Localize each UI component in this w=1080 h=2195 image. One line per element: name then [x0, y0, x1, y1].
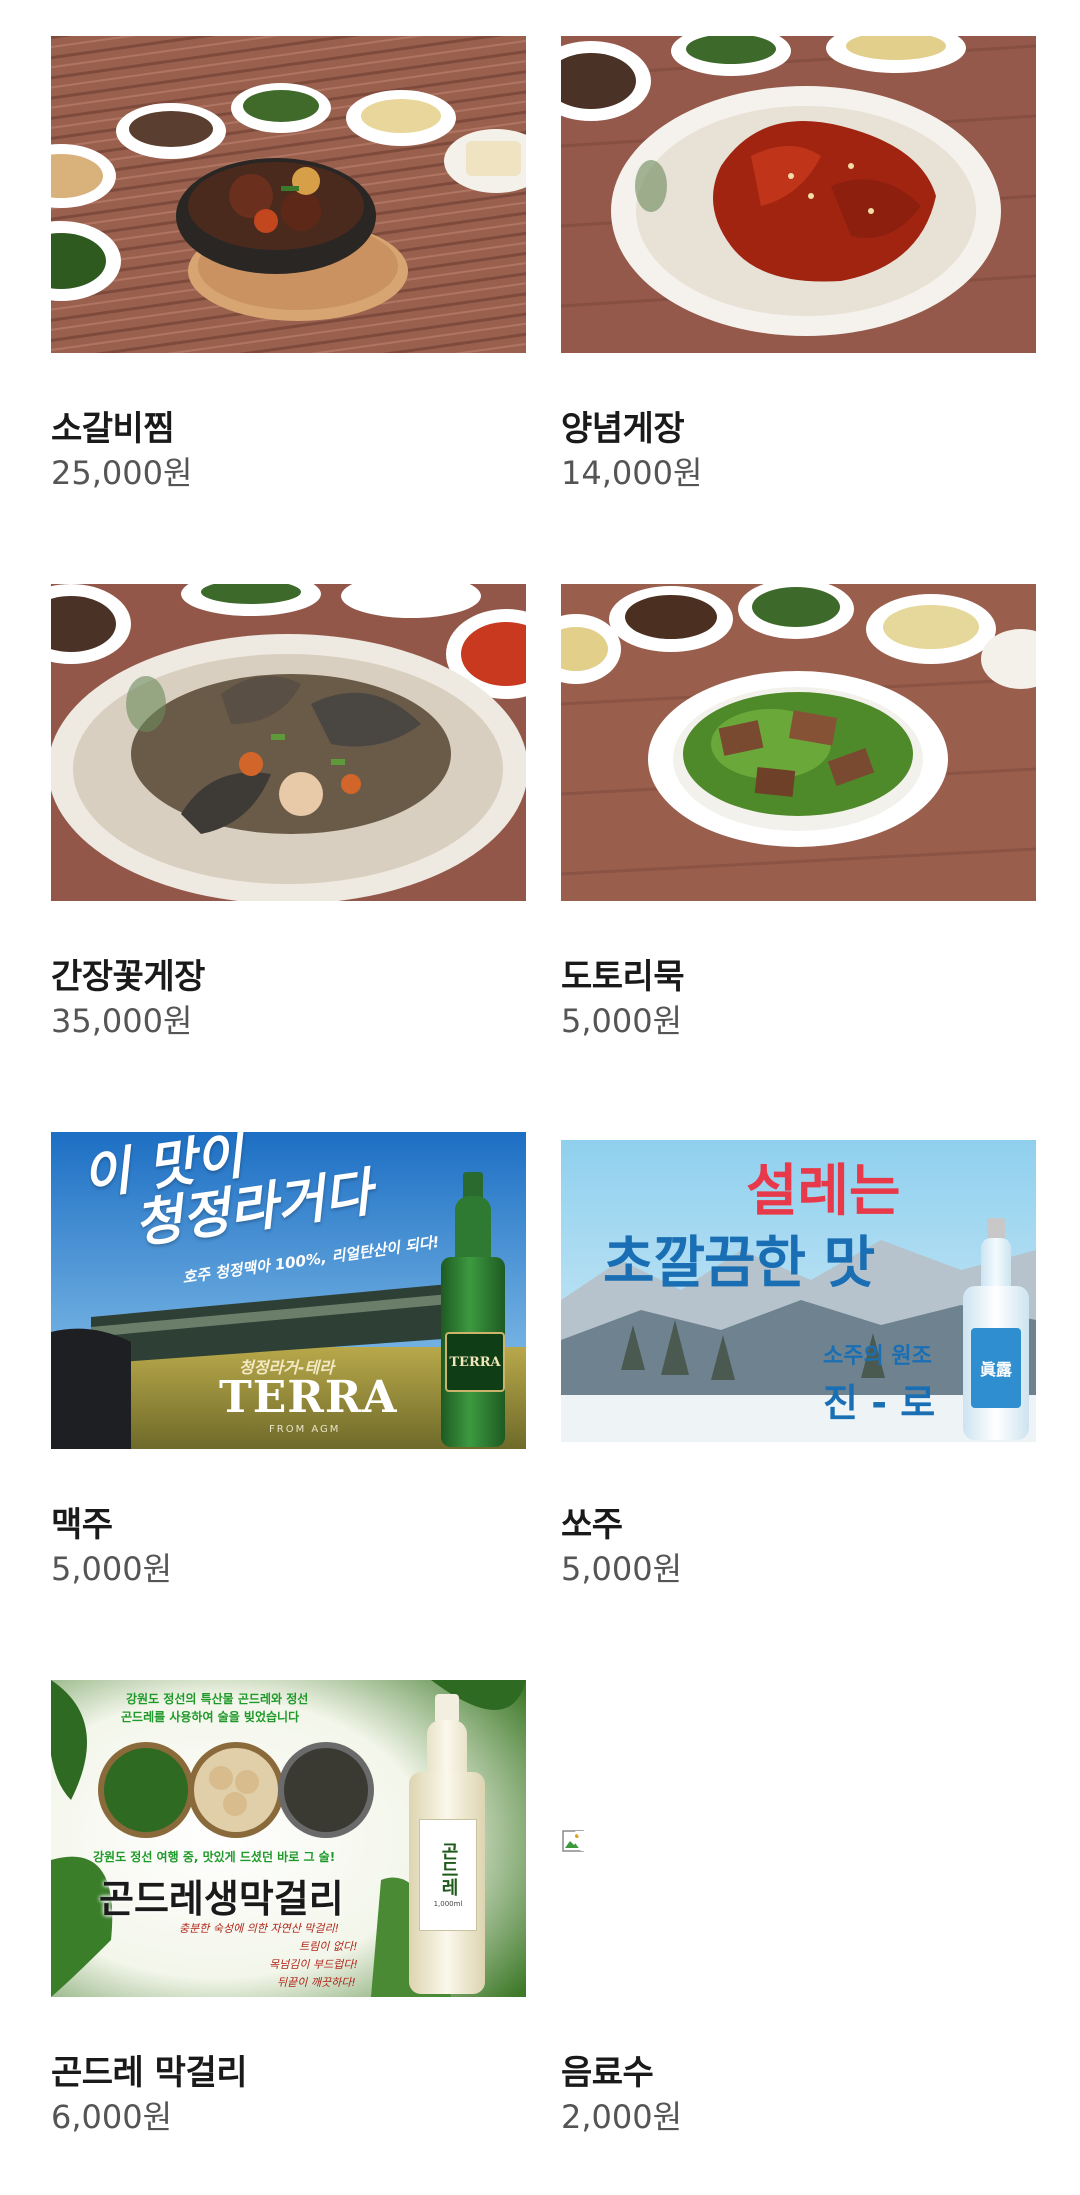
makgeolli-ad-line-4: 뒤끝이 깨끗하다!	[277, 1976, 356, 1989]
menu-item-price: 25,000원	[51, 454, 193, 492]
spicy-marinated-crab-photo[interactable]	[561, 36, 1036, 353]
terra-beer-ad[interactable]: 이 맛이 청정라거다 호주 청정맥아 100%, 리얼탄산이 되다! 청정라거-…	[51, 1132, 526, 1449]
makgeolli-ad-mid: 강원도 정선 여행 중, 맛있게 드셨던 바로 그 술!	[93, 1850, 336, 1864]
menu-item-price: 6,000원	[51, 2098, 173, 2136]
soy-marinated-crab-image	[51, 584, 526, 901]
makgeolli-bottle-label-box: 곤드레 1,000ml	[419, 1819, 477, 1931]
soju-ad-brand: 진 - 로	[823, 1381, 936, 1425]
menu-item-price: 2,000원	[561, 2098, 683, 2136]
soju-bottle: 眞露	[963, 1218, 1029, 1440]
makgeolli-ad-line-1: 충분한 숙성에 의한 자연산 막걸리!	[179, 1922, 340, 1935]
beer-ad-brand: TERRA	[219, 1372, 398, 1423]
menu-item-name: 소갈비찜	[51, 409, 175, 449]
broken-image-icon	[562, 1830, 587, 1852]
menu-item-name: 맥주	[51, 1505, 113, 1545]
braised-short-rib-image	[51, 36, 526, 353]
makgeolli-bottle-label: 곤드레	[438, 1842, 459, 1896]
menu-item-price: 14,000원	[561, 454, 703, 492]
spicy-marinated-crab-image	[561, 36, 1036, 353]
makgeolli-ad-title: 곤드레생막걸리	[99, 1876, 344, 1921]
drinks-photo[interactable]	[561, 1680, 1036, 1997]
jinro-soju-ad[interactable]: 설레는 초깔끔한 맛 소주의 원조 진 - 로 眞露	[561, 1140, 1036, 1442]
soju-ad-headline-1: 설레는	[746, 1159, 901, 1224]
braised-short-rib-photo[interactable]	[51, 36, 526, 353]
menu-item-name: 도토리묵	[561, 957, 685, 997]
makgeolli-ad-line-2: 트림이 없다!	[299, 1940, 358, 1953]
soju-ad-sub: 소주의 원조	[823, 1344, 932, 1369]
beer-bottle: TERRA	[441, 1172, 505, 1447]
menu-item-price: 35,000원	[51, 1002, 193, 1040]
makgeolli-ad-line-3: 목넘김이 부드럽다!	[269, 1958, 358, 1971]
makgeolli-bottle: 곤드레 1,000ml	[409, 1694, 485, 1994]
menu-item-name: 곤드레 막걸리	[51, 2053, 248, 2093]
menu-grid: 소갈비찜 25,000원 양념게장 14,000원 간장꽃게장 35,000원 …	[0, 0, 1080, 2195]
menu-item-name: 음료수	[561, 2053, 654, 2093]
menu-item-name: 양념게장	[561, 409, 685, 449]
makgeolli-ad-top-1: 강원도 정선의 특산물 곤드레와 정선	[126, 1692, 309, 1706]
beer-bottle-label: TERRA	[445, 1332, 505, 1392]
gondre-makgeolli-ad[interactable]: 강원도 정선의 특산물 곤드레와 정선 곤드레를 사용하여 술을 빚었습니다 강…	[51, 1680, 526, 1997]
menu-item-price: 5,000원	[561, 1550, 683, 1588]
soy-marinated-crab-photo[interactable]	[51, 584, 526, 901]
acorn-jelly-salad-image	[561, 584, 1036, 901]
beer-ad-from: FROM AGM	[269, 1424, 341, 1435]
soju-bottle-label: 眞露	[971, 1328, 1021, 1408]
menu-item-price: 5,000원	[561, 1002, 683, 1040]
menu-item-price: 5,000원	[51, 1550, 173, 1588]
soju-ad-headline-2: 초깔끔한 맛	[603, 1231, 875, 1296]
menu-item-name: 간장꽃게장	[51, 957, 205, 997]
makgeolli-bottle-volume: 1,000ml	[433, 1900, 463, 1908]
makgeolli-ad-top-2: 곤드레를 사용하여 술을 빚었습니다	[121, 1710, 300, 1724]
acorn-jelly-salad-photo[interactable]	[561, 584, 1036, 901]
menu-item-name: 쏘주	[561, 1505, 623, 1545]
